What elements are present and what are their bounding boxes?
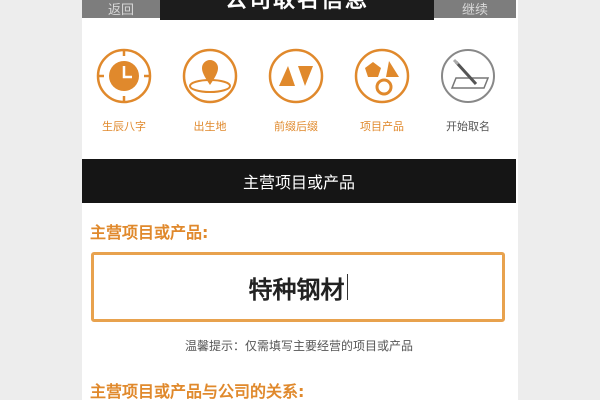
step-start-naming[interactable]: 开始取名: [428, 48, 508, 134]
product-input-value: 特种钢材: [248, 275, 345, 304]
triangles-icon: [268, 48, 324, 104]
step-label: 出生地: [193, 120, 227, 133]
step-progress: 生辰八字 出生地 前缀后缀 项目产品 开始取名: [82, 48, 516, 143]
product-field-label: 主营项目或产品:: [90, 223, 209, 242]
page-title: 公司取名信息: [160, 0, 434, 20]
relation-field-label: 主营项目或产品与公司的关系:: [90, 382, 305, 400]
hint-text: 温馨提示：仅需填写主要经营的项目或产品: [184, 339, 413, 353]
step-project-product[interactable]: 项目产品: [342, 48, 422, 134]
next-button[interactable]: 继续: [434, 0, 516, 18]
clock-icon: [96, 48, 152, 104]
background-right: [518, 0, 600, 400]
step-birth-time[interactable]: 生辰八字: [84, 48, 164, 134]
step-label: 开始取名: [446, 120, 490, 133]
location-pin-icon: [182, 48, 238, 104]
step-label: 项目产品: [360, 120, 404, 133]
text-caret: [346, 274, 348, 300]
shapes-icon: [354, 48, 410, 104]
page-title-text: 公司取名信息: [224, 0, 369, 13]
step-prefix-suffix[interactable]: 前缀后缀: [256, 48, 336, 134]
pencil-icon: [441, 49, 495, 103]
top-nav-bar: 返回 公司取名信息 继续: [82, 0, 516, 20]
back-button[interactable]: 返回: [82, 0, 160, 18]
section-header: 主营项目或产品: [82, 159, 516, 203]
app-screen: 返回 公司取名信息 继续 生辰八字 出生地 前缀后缀 项目产品 开始取名 主营项…: [82, 0, 516, 400]
step-label: 生辰八字: [102, 120, 146, 133]
product-input[interactable]: 特种钢材: [91, 252, 505, 322]
step-birthplace[interactable]: 出生地: [170, 48, 250, 134]
background-left: [0, 0, 82, 400]
step-label: 前缀后缀: [274, 120, 318, 133]
